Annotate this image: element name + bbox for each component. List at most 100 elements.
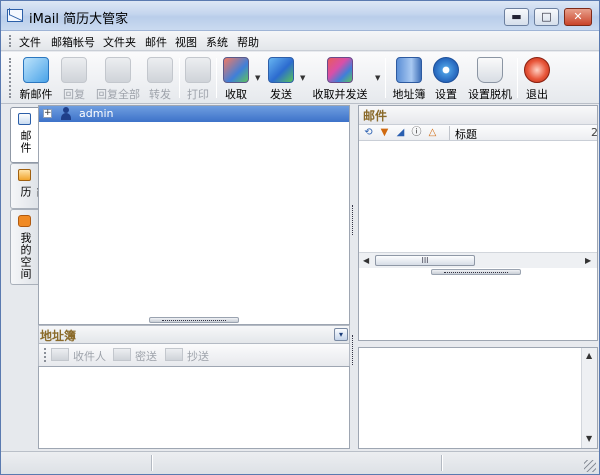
toolbar-separator bbox=[179, 58, 180, 98]
exit-button[interactable]: 退出 bbox=[521, 54, 553, 102]
mail-list-hscrollbar[interactable]: ◀ III ▶ bbox=[359, 252, 597, 268]
reply-status-icon[interactable]: ⟲ bbox=[363, 127, 374, 138]
mail-preview-pane[interactable]: ▲ ▼ bbox=[358, 347, 598, 449]
tab-my-space[interactable]: 我的空间 bbox=[10, 209, 38, 285]
scroll-right-arrow[interactable]: ▶ bbox=[585, 256, 591, 265]
receive-dropdown-arrow[interactable]: ▼ bbox=[255, 74, 260, 82]
offline-settings-button[interactable]: 设置脱机 bbox=[465, 54, 515, 102]
send-mail-icon bbox=[268, 57, 294, 83]
reply-icon bbox=[61, 57, 87, 83]
mail-panel-header: 邮件 bbox=[359, 106, 597, 125]
title-bar[interactable]: iMail 简历大管家 ▬ □ ✕ bbox=[1, 1, 599, 31]
menu-mail-account[interactable]: 邮箱帐号 bbox=[51, 34, 95, 50]
mail-column-header: ⟲ ▼ ◢ ⓘ △ 标题 2 bbox=[359, 125, 598, 142]
account-name: admin bbox=[79, 107, 114, 120]
add-to-recipient-button[interactable]: 收件人 bbox=[51, 347, 109, 363]
attachment-icon[interactable]: ⓘ bbox=[411, 127, 422, 138]
toolbar-separator bbox=[385, 58, 386, 98]
toolbar-separator bbox=[216, 58, 217, 98]
print-button[interactable]: 打印 bbox=[183, 54, 213, 102]
reply-button[interactable]: 回复 bbox=[59, 54, 89, 102]
menu-folder[interactable]: 文件夹 bbox=[103, 34, 136, 50]
splitter-grip[interactable] bbox=[352, 335, 356, 365]
menu-system[interactable]: 系统 bbox=[206, 34, 228, 50]
mail-panel-title: 邮件 bbox=[363, 109, 388, 123]
forward-icon bbox=[147, 57, 173, 83]
envelope-icon bbox=[23, 57, 49, 83]
bcc-envelope-icon bbox=[113, 348, 131, 361]
column-next-header[interactable]: 2 bbox=[591, 126, 598, 139]
vertical-splitter[interactable] bbox=[350, 105, 358, 451]
receive-mail-icon bbox=[223, 57, 249, 83]
settings-button[interactable]: 设置 bbox=[431, 54, 461, 102]
toolbar-separator bbox=[517, 58, 518, 98]
receive-send-button[interactable]: 收取并发送 bbox=[309, 54, 371, 102]
cc-envelope-icon bbox=[165, 348, 183, 361]
address-book-list[interactable] bbox=[38, 366, 350, 449]
exit-icon bbox=[524, 57, 550, 83]
close-button[interactable]: ✕ bbox=[564, 8, 592, 26]
mail-splitter-handle[interactable] bbox=[431, 269, 521, 275]
scroll-down-arrow[interactable]: ▼ bbox=[586, 434, 592, 443]
user-icon bbox=[61, 107, 71, 120]
menu-grip[interactable] bbox=[9, 35, 12, 47]
main-toolbar: 新邮件 回复 回复全部 转发 打印 收取 ▼ 发送 ▼ 收取并发送 ▼ 地址簿 … bbox=[1, 52, 599, 104]
address-book-header: 地址簿 ▾ bbox=[38, 325, 350, 344]
receive-send-icon bbox=[327, 57, 353, 83]
chevron-down-icon[interactable]: ▾ bbox=[334, 328, 348, 341]
receive-send-dropdown-arrow[interactable]: ▼ bbox=[375, 74, 380, 82]
status-cell-divider bbox=[441, 455, 443, 471]
receive-button[interactable]: 收取 bbox=[220, 54, 252, 102]
tree-expander[interactable]: + bbox=[43, 109, 52, 118]
toolbar-grip[interactable] bbox=[9, 58, 12, 98]
maximize-button[interactable]: □ bbox=[534, 8, 559, 26]
rss-icon bbox=[18, 215, 31, 227]
mail-app-icon bbox=[7, 9, 23, 22]
main-window: iMail 简历大管家 ▬ □ ✕ 文件 邮箱帐号 文件夹 邮件 视图 系统 帮… bbox=[0, 0, 600, 475]
resume-tab-icon bbox=[18, 169, 31, 181]
add-to-cc-button[interactable]: 抄送 bbox=[165, 347, 211, 363]
scroll-left-arrow[interactable]: ◀ bbox=[363, 256, 369, 265]
mail-tab-icon bbox=[18, 113, 31, 125]
side-tab-strip: 邮件 简历 我的空间 bbox=[1, 105, 48, 451]
tree-item-admin[interactable]: + admin bbox=[39, 106, 349, 122]
address-book-icon bbox=[396, 57, 422, 83]
read-status-icon[interactable]: ◢ bbox=[395, 127, 406, 138]
account-tree[interactable]: + admin bbox=[38, 105, 350, 325]
resize-grip[interactable] bbox=[584, 460, 596, 472]
reply-all-button[interactable]: 回复全部 bbox=[93, 54, 143, 102]
gear-icon bbox=[433, 57, 459, 83]
priority-icon[interactable]: △ bbox=[427, 127, 438, 138]
status-bar bbox=[1, 451, 599, 474]
send-button[interactable]: 发送 bbox=[265, 54, 297, 102]
menu-bar: 文件 邮箱帐号 文件夹 邮件 视图 系统 帮助 bbox=[1, 31, 599, 51]
add-to-bcc-button[interactable]: 密送 bbox=[113, 347, 159, 363]
address-book-button[interactable]: 地址簿 bbox=[389, 54, 429, 102]
reply-all-icon bbox=[105, 57, 131, 83]
address-book-title: 地址簿 bbox=[40, 329, 77, 343]
offline-device-icon bbox=[477, 57, 503, 83]
minimize-button[interactable]: ▬ bbox=[504, 8, 529, 26]
menu-file[interactable]: 文件 bbox=[19, 34, 41, 50]
splitter-grip[interactable] bbox=[352, 205, 356, 235]
flag-icon[interactable]: ▼ bbox=[379, 127, 390, 138]
address-toolbar-grip[interactable] bbox=[44, 348, 46, 362]
recipient-envelope-icon bbox=[51, 348, 69, 361]
window-title: iMail 简历大管家 bbox=[29, 12, 129, 27]
scroll-up-arrow[interactable]: ▲ bbox=[586, 351, 592, 360]
new-mail-button[interactable]: 新邮件 bbox=[17, 54, 55, 102]
tree-splitter-handle[interactable] bbox=[149, 317, 239, 323]
column-divider[interactable] bbox=[449, 126, 450, 140]
send-dropdown-arrow[interactable]: ▼ bbox=[300, 74, 305, 82]
tab-mail[interactable]: 邮件 bbox=[10, 107, 38, 163]
mail-list-panel: 邮件 ⟲ ▼ ◢ ⓘ △ 标题 2 ◀ III ▶ bbox=[358, 105, 598, 341]
menu-view[interactable]: 视图 bbox=[175, 34, 197, 50]
scroll-thumb[interactable]: III bbox=[375, 255, 475, 266]
preview-vscrollbar[interactable]: ▲ ▼ bbox=[581, 348, 597, 448]
tab-resume[interactable]: 简历 bbox=[10, 163, 48, 209]
forward-button[interactable]: 转发 bbox=[145, 54, 175, 102]
menu-help[interactable]: 帮助 bbox=[237, 34, 259, 50]
column-subject[interactable]: 标题 bbox=[455, 126, 477, 142]
menu-mail[interactable]: 邮件 bbox=[145, 34, 167, 50]
status-cell-divider bbox=[151, 455, 153, 471]
